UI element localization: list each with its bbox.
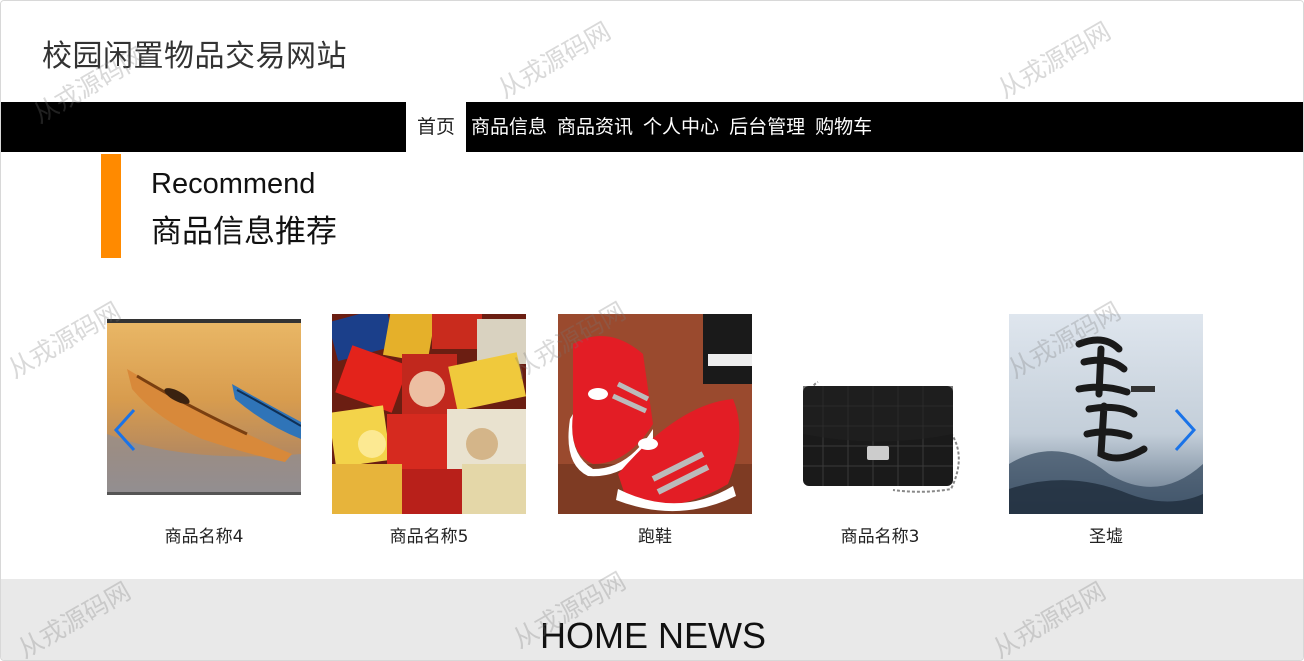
recommend-title-cn: 商品信息推荐 <box>151 214 337 250</box>
carousel-next-button[interactable] <box>1172 408 1198 452</box>
nav-list: 首页 商品信息 商品资讯 个人中心 后台管理 购物车 <box>406 102 877 152</box>
snacks-photo[interactable] <box>332 314 526 514</box>
recommend-heading: Recommend 商品信息推荐 <box>101 154 501 258</box>
product-name[interactable]: 跑鞋 <box>558 522 752 547</box>
recommend-accent-bar <box>101 154 121 258</box>
product-name[interactable]: 商品名称4 <box>107 522 301 547</box>
product-name[interactable]: 圣墟 <box>1009 522 1203 547</box>
black-handbag-photo[interactable] <box>783 314 977 514</box>
product-card[interactable]: 商品名称3 <box>783 314 977 547</box>
page: 校园闲置物品交易网站 首页 商品信息 商品资讯 个人中心 后台管理 购物车 Re… <box>0 0 1304 661</box>
main-nav: 首页 商品信息 商品资讯 个人中心 后台管理 购物车 <box>1 102 1303 152</box>
product-name[interactable]: 商品名称5 <box>332 522 526 547</box>
news-section: HOME NEWS <box>1 579 1303 660</box>
nav-item-profile[interactable]: 个人中心 <box>638 102 724 152</box>
nav-item-products[interactable]: 商品信息 <box>466 102 552 152</box>
product-carousel: 商品名称4 商品名称5 跑鞋 商品名称3 圣墟 <box>1 314 1303 554</box>
site-title: 校园闲置物品交易网站 <box>42 39 347 74</box>
nav-item-home[interactable]: 首页 <box>406 102 467 152</box>
nav-item-news[interactable]: 商品资讯 <box>552 102 638 152</box>
carousel-prev-button[interactable] <box>112 408 138 452</box>
news-title: HOME NEWS <box>539 615 766 656</box>
chevron-right-icon <box>1174 408 1197 452</box>
product-card[interactable]: 跑鞋 <box>558 314 752 547</box>
product-name[interactable]: 商品名称3 <box>783 522 977 547</box>
recommend-title-en: Recommend <box>151 168 316 200</box>
red-sneakers-photo[interactable] <box>558 314 752 514</box>
chevron-left-icon <box>113 408 136 452</box>
nav-item-admin[interactable]: 后台管理 <box>724 102 810 152</box>
site-header: 校园闲置物品交易网站 <box>1 1 1303 102</box>
product-card[interactable]: 商品名称5 <box>332 314 526 547</box>
nav-item-cart[interactable]: 购物车 <box>810 102 877 152</box>
